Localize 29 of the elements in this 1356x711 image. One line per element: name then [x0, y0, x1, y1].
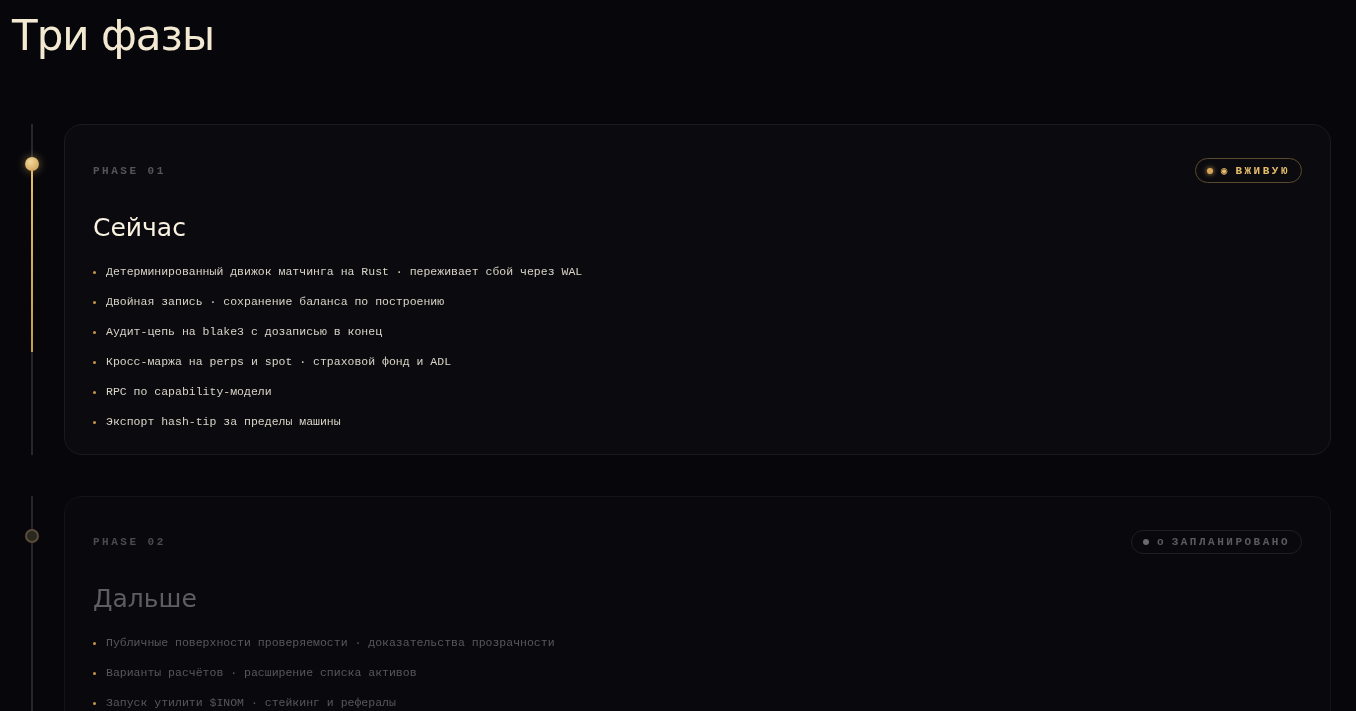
phase-label: PHASE 01 [93, 164, 166, 177]
bullet-icon [93, 701, 96, 705]
status-text: ВЖИВУЮ [1235, 164, 1290, 177]
bullet-icon [93, 671, 96, 675]
list-item: Аудит-цепь на blake3 с дозаписью в конец [106, 324, 383, 340]
bullet-icon [93, 360, 96, 364]
list-item: Запуск утилити $INOM · стейкинг и рефералы [106, 695, 396, 711]
bullet-icon [93, 300, 96, 304]
status-dot-icon [1143, 539, 1150, 545]
bullet-icon [93, 420, 96, 424]
list-item: Варианты расчётов · расширение списка активов [106, 665, 417, 681]
list-item: Детерминированный движок матчинга на Rust · переживает сбой через WAL [106, 264, 583, 280]
status-text: ЗАПЛАНИРОВАНО [1171, 536, 1290, 548]
phase-heading: Дальше [93, 584, 198, 613]
bullet-icon [93, 390, 96, 394]
list-item: Двойная запись · сохранение баланса по построению [106, 294, 445, 310]
phase-heading: Сейчас [93, 213, 187, 242]
status-symbol: ◉ [1220, 164, 1228, 177]
list-item: Публичные поверхности проверяемости · доказательства прозрачности [106, 635, 555, 651]
list-item: Кросс-маржа на perps и spot · страховой фонд и ADL [106, 354, 452, 370]
phase-label: PHASE 02 [93, 536, 166, 548]
bullet-icon [93, 641, 96, 645]
bullet-icon [93, 330, 96, 334]
bullet-icon [93, 270, 96, 274]
list-item: RPC по capability-модели [106, 384, 272, 400]
page-title: Три фазы [12, 10, 216, 62]
list-item: Экспорт hash-tip за пределы машины [106, 414, 341, 430]
status-symbol: o [1157, 536, 1164, 548]
status-dot-icon [1206, 167, 1213, 174]
